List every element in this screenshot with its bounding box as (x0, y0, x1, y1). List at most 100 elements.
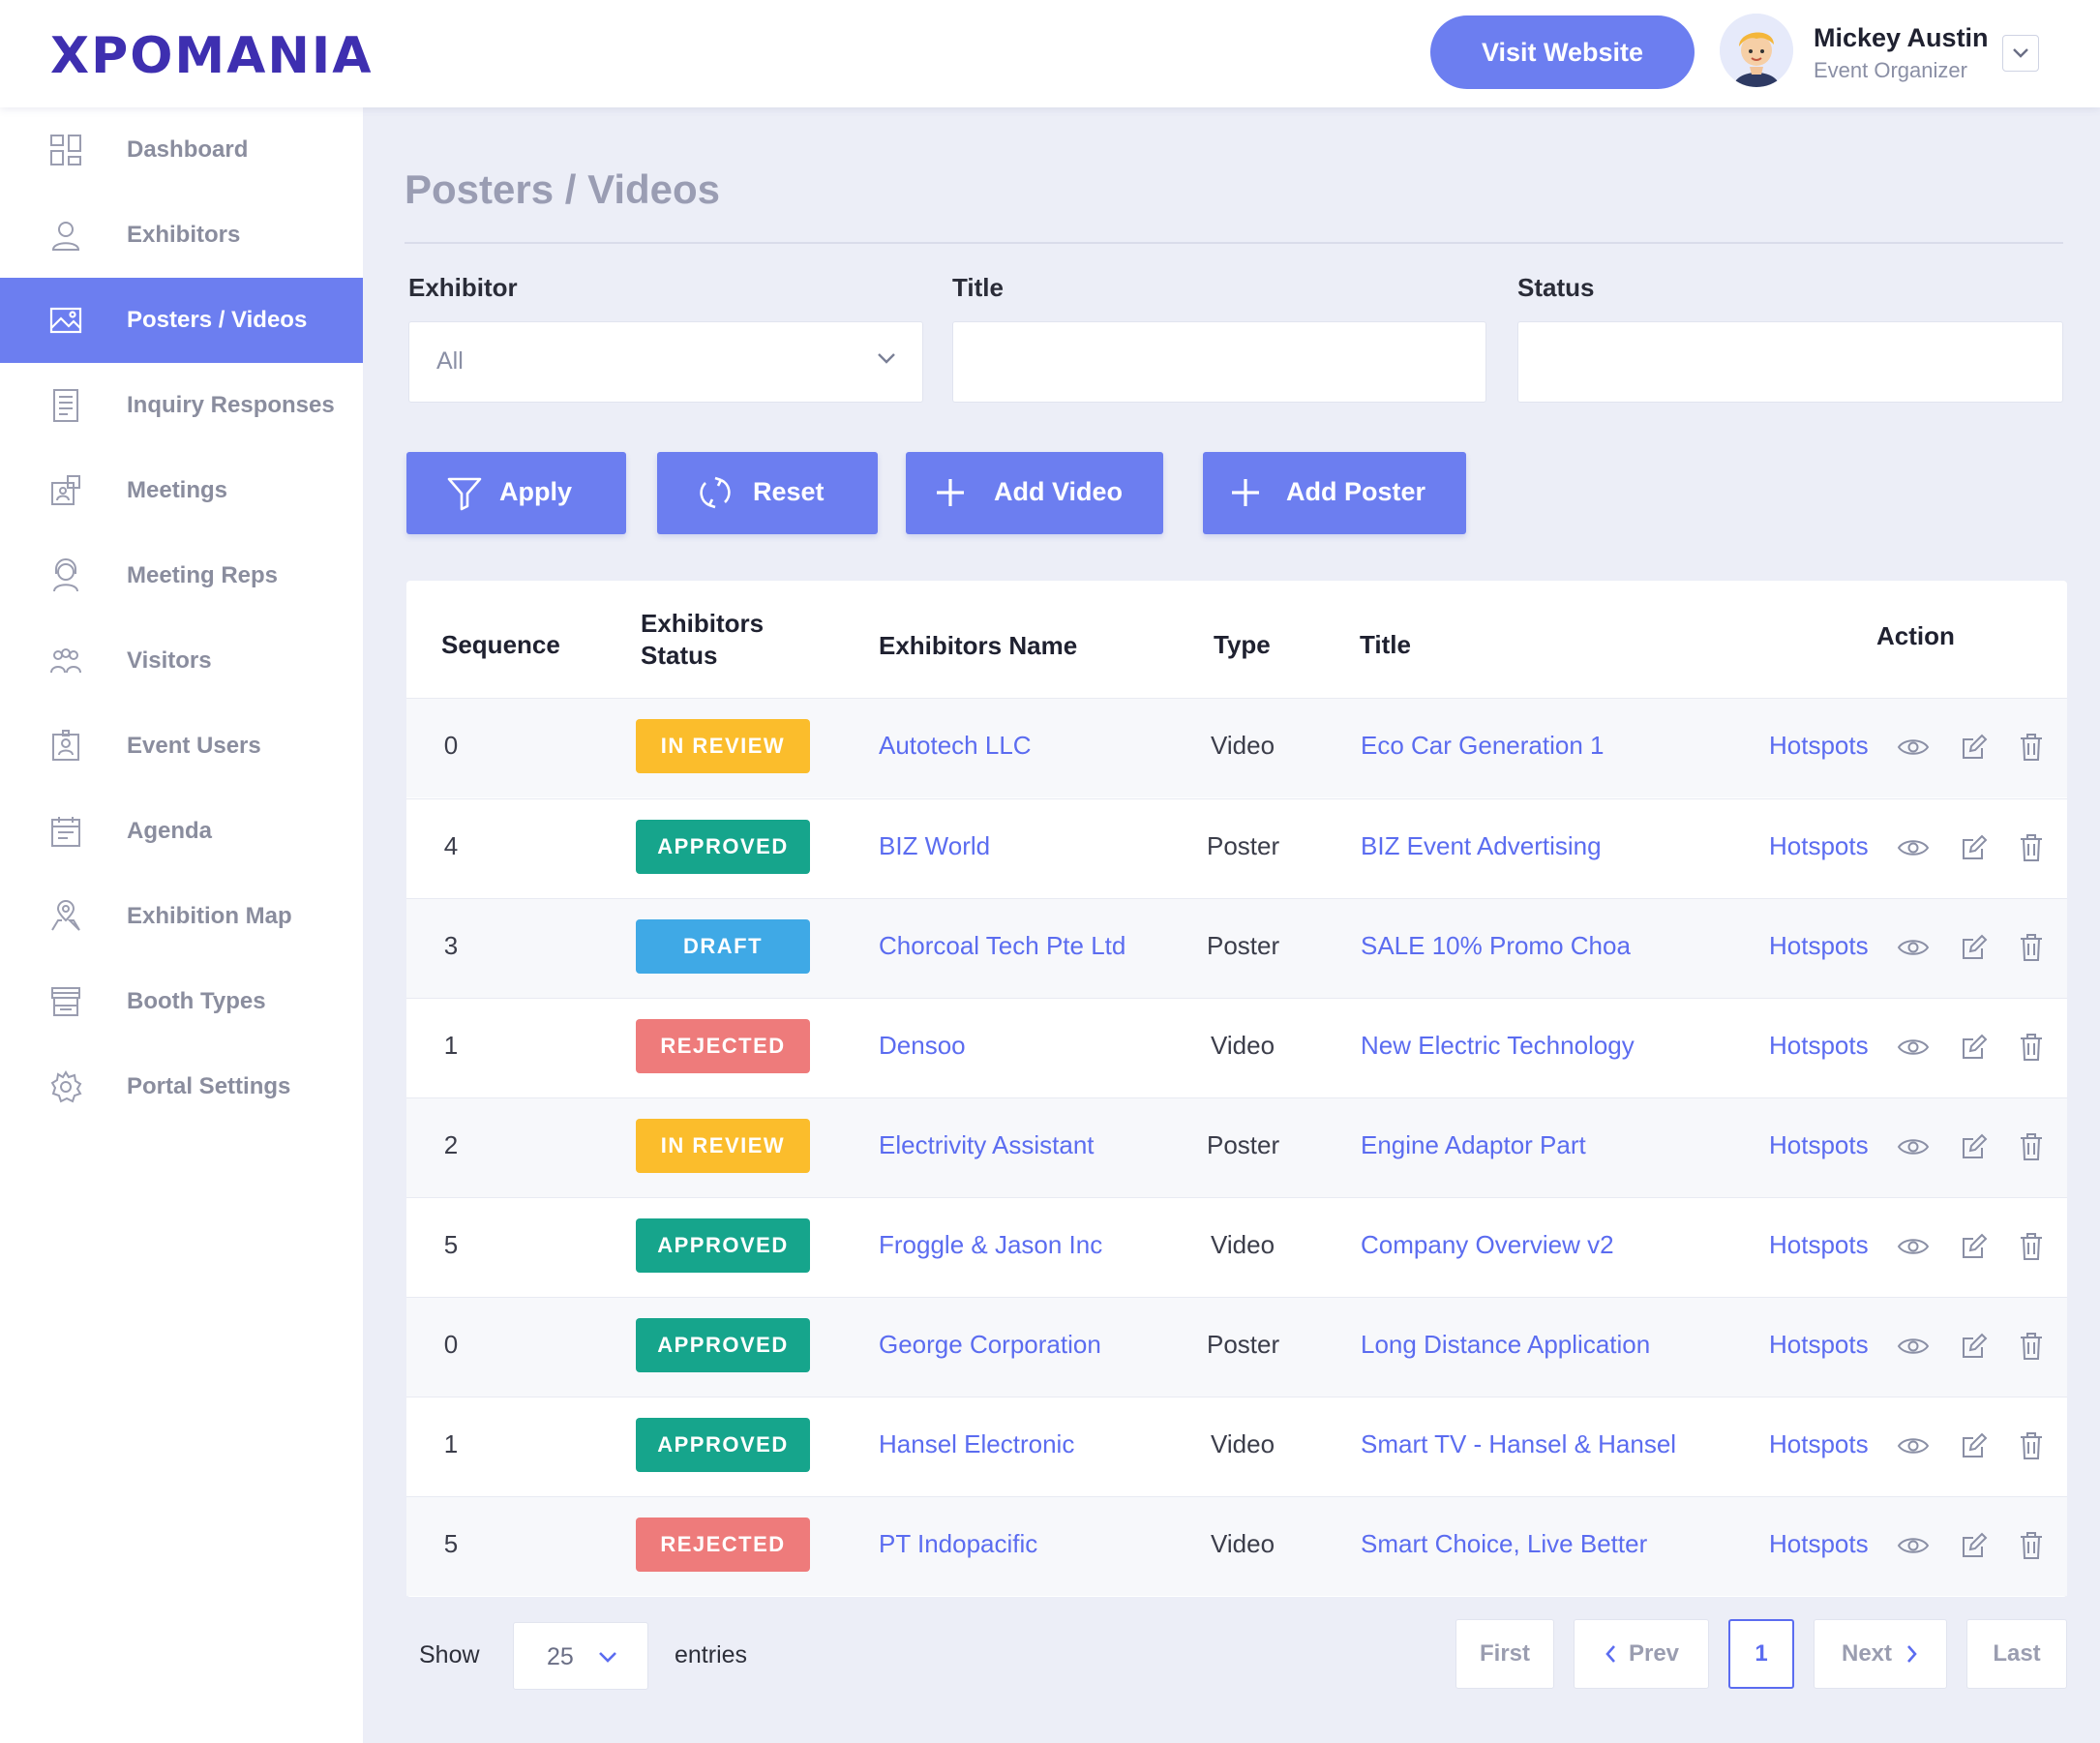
view-icon[interactable] (1897, 731, 1930, 764)
view-icon[interactable] (1897, 1330, 1930, 1363)
exhibitor-name-link[interactable]: Densoo (879, 1031, 966, 1061)
edit-icon[interactable] (1958, 1130, 1991, 1163)
hotspots-link[interactable]: Hotspots (1769, 831, 1869, 861)
sidebar-item-meetings[interactable]: Meetings (0, 448, 363, 533)
exhibitor-filter-label: Exhibitor (408, 273, 518, 302)
visit-website-button[interactable]: Visit Website (1430, 15, 1695, 89)
reset-label: Reset (753, 477, 825, 506)
sidebar-item-visitors[interactable]: Visitors (0, 618, 363, 704)
first-page-button[interactable]: First (1455, 1619, 1554, 1689)
reset-button[interactable]: Reset (657, 452, 878, 534)
header-action: Action (1876, 621, 1955, 650)
exhibitor-name-link[interactable]: Froggle & Jason Inc (879, 1230, 1102, 1260)
next-label: Next (1841, 1640, 1893, 1667)
hotspots-link[interactable]: Hotspots (1769, 1529, 1869, 1559)
chevron-left-icon (1605, 1645, 1615, 1663)
last-page-button[interactable]: Last (1966, 1619, 2067, 1689)
edit-icon[interactable] (1958, 831, 1991, 864)
title-divider (405, 242, 2063, 244)
title-filter-input[interactable] (952, 321, 1486, 403)
sidebar-item-label: Agenda (127, 818, 213, 844)
hotspots-link[interactable]: Hotspots (1769, 1330, 1869, 1360)
avatar[interactable] (1720, 14, 1793, 87)
edit-icon[interactable] (1958, 1031, 1991, 1064)
trash-icon[interactable] (2015, 1429, 2048, 1462)
edit-icon[interactable] (1958, 1429, 1991, 1462)
sidebar-item-inquiry-responses[interactable]: Inquiry Responses (0, 363, 363, 448)
title-link[interactable]: Company Overview v2 (1361, 1230, 1614, 1260)
view-icon[interactable] (1897, 831, 1930, 864)
sidebar-item-meeting-reps[interactable]: Meeting Reps (0, 533, 363, 618)
sidebar-item-agenda[interactable]: Agenda (0, 789, 363, 874)
hotspots-link[interactable]: Hotspots (1769, 1230, 1869, 1260)
type-cell: Video (1211, 1230, 1275, 1259)
logo[interactable]: XPOMANIA (50, 27, 374, 85)
view-icon[interactable] (1897, 1529, 1930, 1562)
exhibitor-name-link[interactable]: PT Indopacific (879, 1529, 1037, 1559)
user-menu-toggle[interactable] (2002, 35, 2039, 72)
add-poster-button[interactable]: Add Poster (1203, 452, 1466, 534)
sidebar-item-dashboard[interactable]: Dashboard (0, 107, 363, 193)
hotspots-link[interactable]: Hotspots (1769, 1429, 1869, 1459)
sidebar-item-exhibition-map[interactable]: Exhibition Map (0, 874, 363, 959)
exhibitor-name-link[interactable]: Autotech LLC (879, 731, 1032, 761)
title-link[interactable]: SALE 10% Promo Choa (1361, 931, 1631, 961)
hotspots-link[interactable]: Hotspots (1769, 1130, 1869, 1160)
title-link[interactable]: Engine Adaptor Part (1361, 1130, 1586, 1160)
sidebar-item-booth-types[interactable]: Booth Types (0, 959, 363, 1044)
edit-icon[interactable] (1958, 1330, 1991, 1363)
edit-icon[interactable] (1958, 1529, 1991, 1562)
sidebar-item-label: Posters / Videos (127, 307, 308, 333)
add-video-button[interactable]: Add Video (906, 452, 1163, 534)
view-icon[interactable] (1897, 1130, 1930, 1163)
trash-icon[interactable] (2015, 1230, 2048, 1263)
trash-icon[interactable] (2015, 731, 2048, 764)
status-badge: APPROVED (636, 1218, 810, 1273)
exhibitor-name-link[interactable]: Chorcoal Tech Pte Ltd (879, 931, 1125, 961)
plus-icon (1226, 473, 1265, 512)
view-icon[interactable] (1897, 1429, 1930, 1462)
title-link[interactable]: Smart TV - Hansel & Hansel (1361, 1429, 1676, 1459)
view-icon[interactable] (1897, 931, 1930, 964)
exhibitor-name-link[interactable]: Electrivity Assistant (879, 1130, 1095, 1160)
status-filter-input[interactable] (1517, 321, 2063, 403)
entries-select[interactable]: 25 (513, 1622, 648, 1690)
sidebar-item-label: Meetings (127, 477, 228, 503)
title-link[interactable]: BIZ Event Advertising (1361, 831, 1602, 861)
trash-icon[interactable] (2015, 931, 2048, 964)
edit-icon[interactable] (1958, 1230, 1991, 1263)
sidebar-item-portal-settings[interactable]: Portal Settings (0, 1044, 363, 1129)
sidebar-item-event-users[interactable]: Event Users (0, 704, 363, 789)
exhibitor-name-link[interactable]: Hansel Electronic (879, 1429, 1074, 1459)
trash-icon[interactable] (2015, 831, 2048, 864)
title-link[interactable]: New Electric Technology (1361, 1031, 1635, 1061)
booth-icon (48, 984, 83, 1019)
hotspots-link[interactable]: Hotspots (1769, 731, 1869, 761)
exhibitor-name-link[interactable]: BIZ World (879, 831, 990, 861)
prev-page-button[interactable]: Prev (1574, 1619, 1709, 1689)
trash-icon[interactable] (2015, 1031, 2048, 1064)
title-link[interactable]: Smart Choice, Live Better (1361, 1529, 1647, 1559)
current-page-button[interactable]: 1 (1728, 1619, 1794, 1689)
trash-icon[interactable] (2015, 1529, 2048, 1562)
exhibitor-name-link[interactable]: George Corporation (879, 1330, 1101, 1360)
show-label: Show (419, 1641, 480, 1668)
sidebar-item-exhibitors[interactable]: Exhibitors (0, 193, 363, 278)
apply-button[interactable]: Apply (406, 452, 626, 534)
view-icon[interactable] (1897, 1031, 1930, 1064)
chevron-down-icon (599, 1652, 616, 1663)
user-name: Mickey Austin (1814, 23, 1989, 52)
trash-icon[interactable] (2015, 1330, 2048, 1363)
title-link[interactable]: Long Distance Application (1361, 1330, 1650, 1360)
status-badge: DRAFT (636, 919, 810, 974)
hotspots-link[interactable]: Hotspots (1769, 1031, 1869, 1061)
exhibitor-select[interactable]: All (408, 321, 923, 403)
hotspots-link[interactable]: Hotspots (1769, 931, 1869, 961)
view-icon[interactable] (1897, 1230, 1930, 1263)
sidebar-item-posters-videos[interactable]: Posters / Videos (0, 278, 363, 363)
edit-icon[interactable] (1958, 731, 1991, 764)
title-link[interactable]: Eco Car Generation 1 (1361, 731, 1604, 761)
next-page-button[interactable]: Next (1814, 1619, 1947, 1689)
edit-icon[interactable] (1958, 931, 1991, 964)
trash-icon[interactable] (2015, 1130, 2048, 1163)
